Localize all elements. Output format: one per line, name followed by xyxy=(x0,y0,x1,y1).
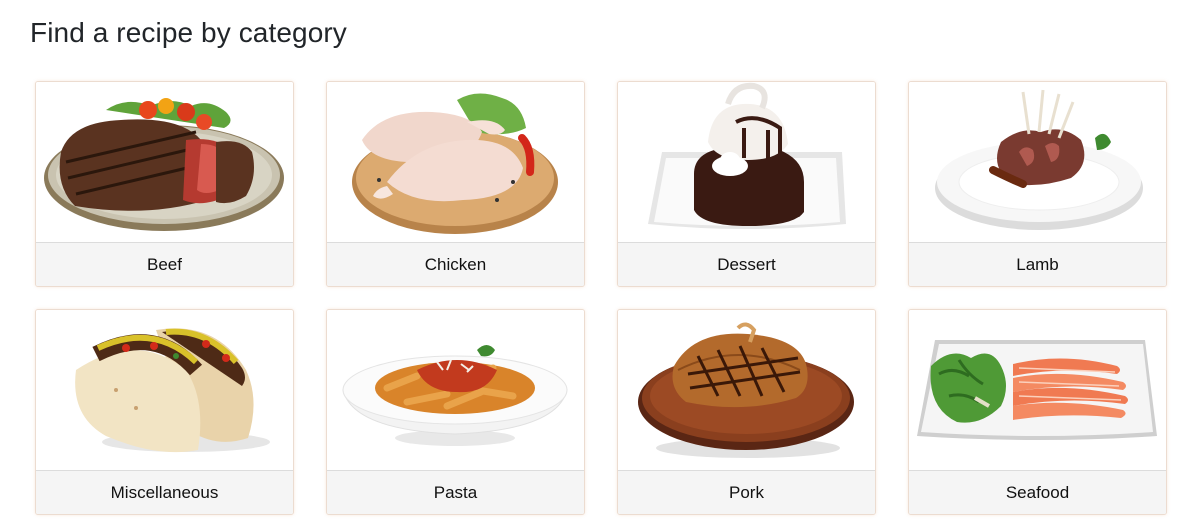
category-label[interactable]: Beef xyxy=(147,255,182,275)
chicken-board-image xyxy=(352,93,558,234)
category-card-lamb[interactable]: Lamb xyxy=(908,81,1167,287)
category-footer-beef[interactable]: Beef xyxy=(36,242,293,286)
category-grid: Beef Chicken Dessert Lamb Miscellaneous … xyxy=(35,81,1169,515)
category-label[interactable]: Lamb xyxy=(1016,255,1059,275)
category-card-beef[interactable]: Beef xyxy=(35,81,294,287)
category-card-chicken[interactable]: Chicken xyxy=(326,81,585,287)
category-label[interactable]: Pork xyxy=(729,483,764,503)
category-label[interactable]: Miscellaneous xyxy=(111,483,219,503)
tacos-image xyxy=(75,328,270,453)
category-card-seafood[interactable]: Seafood xyxy=(908,309,1167,515)
category-image-chicken[interactable] xyxy=(327,82,584,242)
category-footer-seafood[interactable]: Seafood xyxy=(909,470,1166,514)
lamb-chops-image xyxy=(935,89,1143,230)
category-image-beef[interactable] xyxy=(36,82,293,242)
pasta-bowl-image xyxy=(342,345,568,446)
category-image-seafood[interactable] xyxy=(909,310,1166,470)
category-footer-lamb[interactable]: Lamb xyxy=(909,242,1166,286)
category-label[interactable]: Chicken xyxy=(425,255,486,275)
category-image-pasta[interactable] xyxy=(327,310,584,470)
category-card-dessert[interactable]: Dessert xyxy=(617,81,876,287)
category-footer-pork[interactable]: Pork xyxy=(618,470,875,514)
category-label[interactable]: Pasta xyxy=(434,483,477,503)
category-label[interactable]: Dessert xyxy=(717,255,776,275)
category-label[interactable]: Seafood xyxy=(1006,483,1069,503)
category-card-pasta[interactable]: Pasta xyxy=(326,309,585,515)
category-image-pork[interactable] xyxy=(618,310,875,470)
category-footer-miscellaneous[interactable]: Miscellaneous xyxy=(36,470,293,514)
category-card-miscellaneous[interactable]: Miscellaneous xyxy=(35,309,294,515)
dessert-cake-image xyxy=(648,82,846,229)
category-footer-chicken[interactable]: Chicken xyxy=(327,242,584,286)
category-image-lamb[interactable] xyxy=(909,82,1166,242)
category-footer-pasta[interactable]: Pasta xyxy=(327,470,584,514)
page-title: Find a recipe by category xyxy=(30,17,347,48)
category-image-dessert[interactable] xyxy=(618,82,875,242)
category-card-pork[interactable]: Pork xyxy=(617,309,876,515)
seafood-salmon-image xyxy=(917,340,1157,440)
beef-steak-image xyxy=(44,98,284,231)
category-footer-dessert[interactable]: Dessert xyxy=(618,242,875,286)
pork-chop-image xyxy=(638,322,854,458)
category-image-miscellaneous[interactable] xyxy=(36,310,293,470)
